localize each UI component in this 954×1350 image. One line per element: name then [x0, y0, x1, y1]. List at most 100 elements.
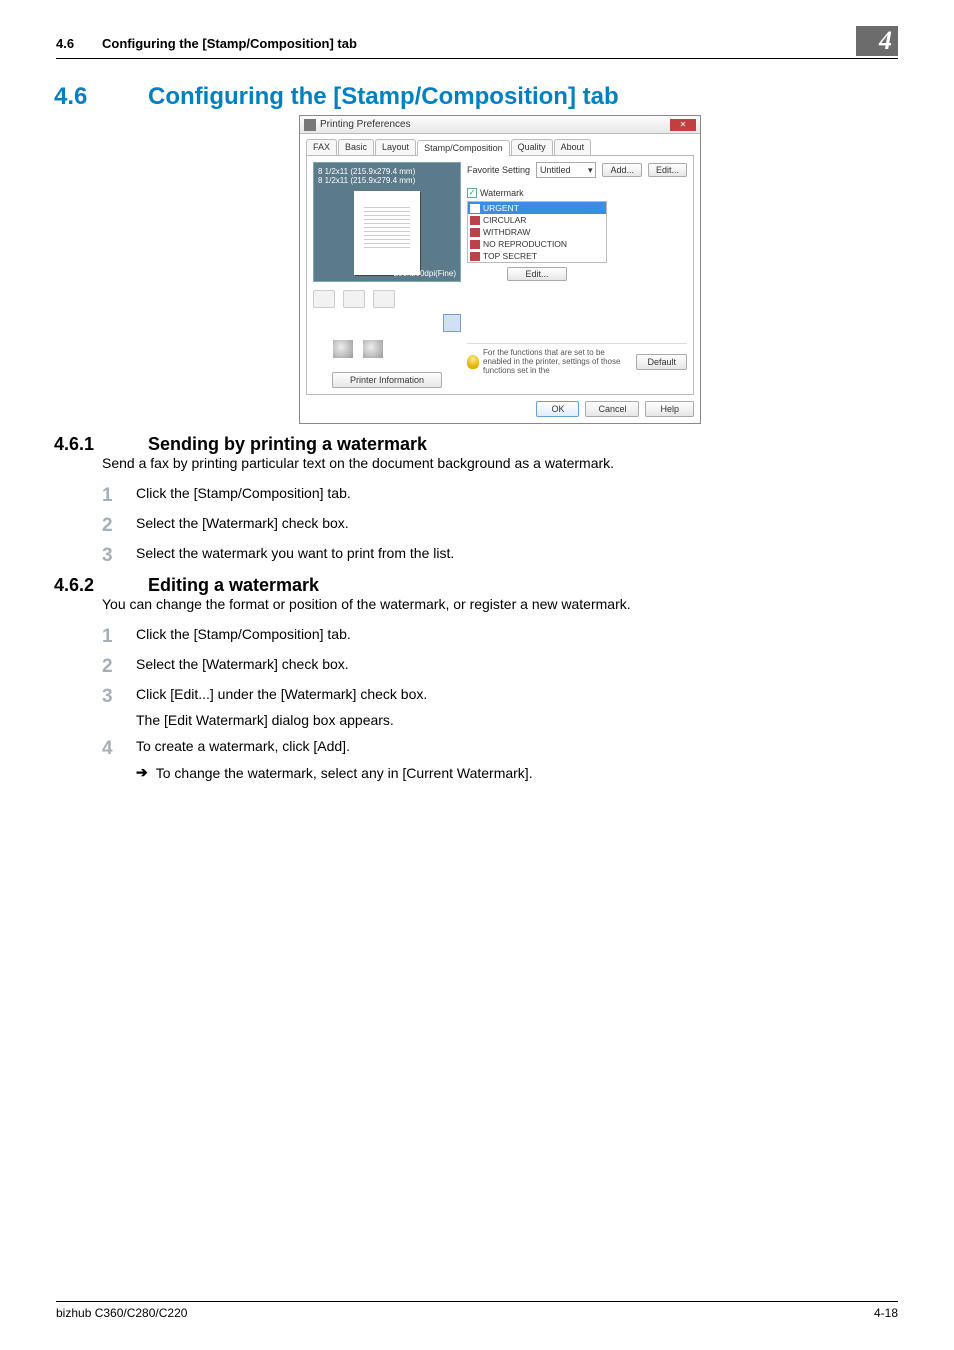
- stamp-icon: [470, 240, 480, 249]
- doc-icon[interactable]: [373, 290, 395, 308]
- watermark-list[interactable]: URGENT CIRCULAR WITHDRAW NO REPRODUCTION…: [467, 201, 607, 263]
- list-item-label: NO REPRODUCTION: [483, 239, 567, 249]
- step-3: 3 Select the watermark you want to print…: [102, 545, 898, 565]
- favorite-setting-dropdown[interactable]: Untitled▾: [536, 162, 596, 178]
- dialog-buttons: OK Cancel Help: [306, 401, 694, 417]
- favorite-setting-row: Favorite Setting Untitled▾ Add... Edit..…: [467, 162, 687, 178]
- step-sub-arrow: ➔ To change the watermark, select any in…: [136, 764, 898, 781]
- intro-text: You can change the format or position of…: [102, 596, 898, 612]
- tab-about[interactable]: About: [554, 139, 592, 155]
- preview-size-top: 8 1/2x11 (215.9x279.4 mm): [318, 167, 456, 176]
- watermark-checkbox-row: ✓ Watermark: [467, 188, 687, 198]
- printer-information-button[interactable]: Printer Information: [332, 372, 442, 388]
- step-number: 2: [102, 515, 136, 535]
- info-text: For the functions that are set to be ena…: [483, 348, 632, 376]
- footer-page-number: 4-18: [874, 1306, 898, 1320]
- heading-title: Editing a watermark: [148, 575, 319, 596]
- preview-toolbar-1: [313, 290, 461, 308]
- list-item[interactable]: NO REPRODUCTION: [468, 238, 606, 250]
- step-body: Click the [Stamp/Composition] tab.: [136, 485, 898, 501]
- heading-4-6-2: 4.6.2 Editing a watermark: [102, 575, 898, 596]
- list-item[interactable]: URGENT: [468, 202, 606, 214]
- step-number: 1: [102, 485, 136, 505]
- watermark-checkbox[interactable]: ✓: [467, 188, 477, 198]
- arrow-icon: ➔: [136, 764, 148, 781]
- list-item[interactable]: CIRCULAR: [468, 214, 606, 226]
- info-row: For the functions that are set to be ena…: [467, 343, 687, 376]
- heading-4-6: 4.6 Configuring the [Stamp/Composition] …: [102, 83, 898, 111]
- pages-icon[interactable]: [313, 290, 335, 308]
- printer-icon[interactable]: [333, 340, 353, 358]
- step-4: 4 To create a watermark, click [Add]. ➔ …: [102, 738, 898, 781]
- content: 4.6 Configuring the [Stamp/Composition] …: [102, 83, 898, 781]
- favorite-add-button[interactable]: Add...: [602, 163, 642, 177]
- header-section-number: 4.6: [56, 36, 102, 51]
- list-item[interactable]: TOP SECRET: [468, 250, 606, 262]
- watermark-edit-button[interactable]: Edit...: [507, 267, 567, 281]
- step-1: 1 Click the [Stamp/Composition] tab.: [102, 626, 898, 646]
- tab-quality[interactable]: Quality: [511, 139, 553, 155]
- clock-icon[interactable]: [343, 290, 365, 308]
- ok-button[interactable]: OK: [536, 401, 579, 417]
- steps-4-6-2: 1 Click the [Stamp/Composition] tab. 2 S…: [102, 626, 898, 781]
- step-3: 3 Click [Edit...] under the [Watermark] …: [102, 686, 898, 728]
- page-footer: bizhub C360/C280/C220 4-18: [56, 1301, 898, 1320]
- preview-toolbar-2: [313, 314, 461, 332]
- step-body: Click [Edit...] under the [Watermark] ch…: [136, 686, 898, 728]
- window-title: Printing Preferences: [320, 119, 670, 130]
- heading-title: Configuring the [Stamp/Composition] tab: [148, 83, 619, 111]
- stamp-icon: [470, 216, 480, 225]
- step-number: 3: [102, 686, 136, 706]
- favorite-edit-button[interactable]: Edit...: [648, 163, 687, 177]
- heading-number: 4.6: [54, 83, 148, 111]
- tab-panel: 8 1/2x11 (215.9x279.4 mm) 8 1/2x11 (215.…: [306, 156, 694, 395]
- tab-stamp-composition[interactable]: Stamp/Composition: [417, 140, 510, 156]
- header-section-title: Configuring the [Stamp/Composition] tab: [102, 36, 856, 51]
- step-2: 2 Select the [Watermark] check box.: [102, 656, 898, 676]
- step-1: 1 Click the [Stamp/Composition] tab.: [102, 485, 898, 505]
- list-item[interactable]: WITHDRAW: [468, 226, 606, 238]
- page-header: 4.6 Configuring the [Stamp/Composition] …: [56, 30, 898, 59]
- step-text: To create a watermark, click [Add].: [136, 738, 350, 754]
- globe-icon[interactable]: [363, 340, 383, 358]
- preview-resolution: 200x200dpi(Fine): [394, 269, 456, 278]
- info-icon[interactable]: [443, 314, 461, 332]
- tab-basic[interactable]: Basic: [338, 139, 374, 155]
- preview-size-bottom: 8 1/2x11 (215.9x279.4 mm): [318, 176, 456, 185]
- watermark-label: Watermark: [480, 188, 524, 198]
- close-icon[interactable]: ✕: [670, 119, 696, 131]
- stamp-icon: [470, 204, 480, 213]
- intro-text: Send a fax by printing particular text o…: [102, 455, 898, 471]
- list-item-label: CIRCULAR: [483, 215, 526, 225]
- tab-layout[interactable]: Layout: [375, 139, 416, 155]
- step-subtext: To change the watermark, select any in […: [156, 765, 533, 781]
- step-body: Select the watermark you want to print f…: [136, 545, 898, 561]
- default-button[interactable]: Default: [636, 354, 687, 370]
- list-item-label: TOP SECRET: [483, 251, 537, 261]
- preview-page-icon: [354, 191, 420, 275]
- step-number: 1: [102, 626, 136, 646]
- heading-4-6-1: 4.6.1 Sending by printing a watermark: [102, 434, 898, 455]
- dialog-body: FAX Basic Layout Stamp/Composition Quali…: [300, 134, 700, 423]
- list-item-label: WITHDRAW: [483, 227, 530, 237]
- printing-preferences-dialog: Printing Preferences ✕ FAX Basic Layout …: [299, 115, 701, 424]
- window-icon: [304, 119, 316, 131]
- page-preview: 8 1/2x11 (215.9x279.4 mm) 8 1/2x11 (215.…: [313, 162, 461, 282]
- chapter-badge: 4: [856, 26, 898, 56]
- heading-title: Sending by printing a watermark: [148, 434, 427, 455]
- lightbulb-icon: [467, 355, 479, 369]
- settings-panel: Favorite Setting Untitled▾ Add... Edit..…: [467, 162, 687, 388]
- help-button[interactable]: Help: [645, 401, 694, 417]
- cancel-button[interactable]: Cancel: [585, 401, 639, 417]
- step-number: 3: [102, 545, 136, 565]
- preview-panel: 8 1/2x11 (215.9x279.4 mm) 8 1/2x11 (215.…: [313, 162, 461, 388]
- step-subtext: The [Edit Watermark] dialog box appears.: [136, 712, 898, 728]
- tab-fax[interactable]: FAX: [306, 139, 337, 155]
- step-text: Click [Edit...] under the [Watermark] ch…: [136, 686, 427, 702]
- step-body: Select the [Watermark] check box.: [136, 515, 898, 531]
- screenshot-wrapper: Printing Preferences ✕ FAX Basic Layout …: [102, 115, 898, 424]
- stamp-icon: [470, 228, 480, 237]
- list-item-label: URGENT: [483, 203, 519, 213]
- heading-number: 4.6.1: [54, 434, 148, 455]
- steps-4-6-1: 1 Click the [Stamp/Composition] tab. 2 S…: [102, 485, 898, 565]
